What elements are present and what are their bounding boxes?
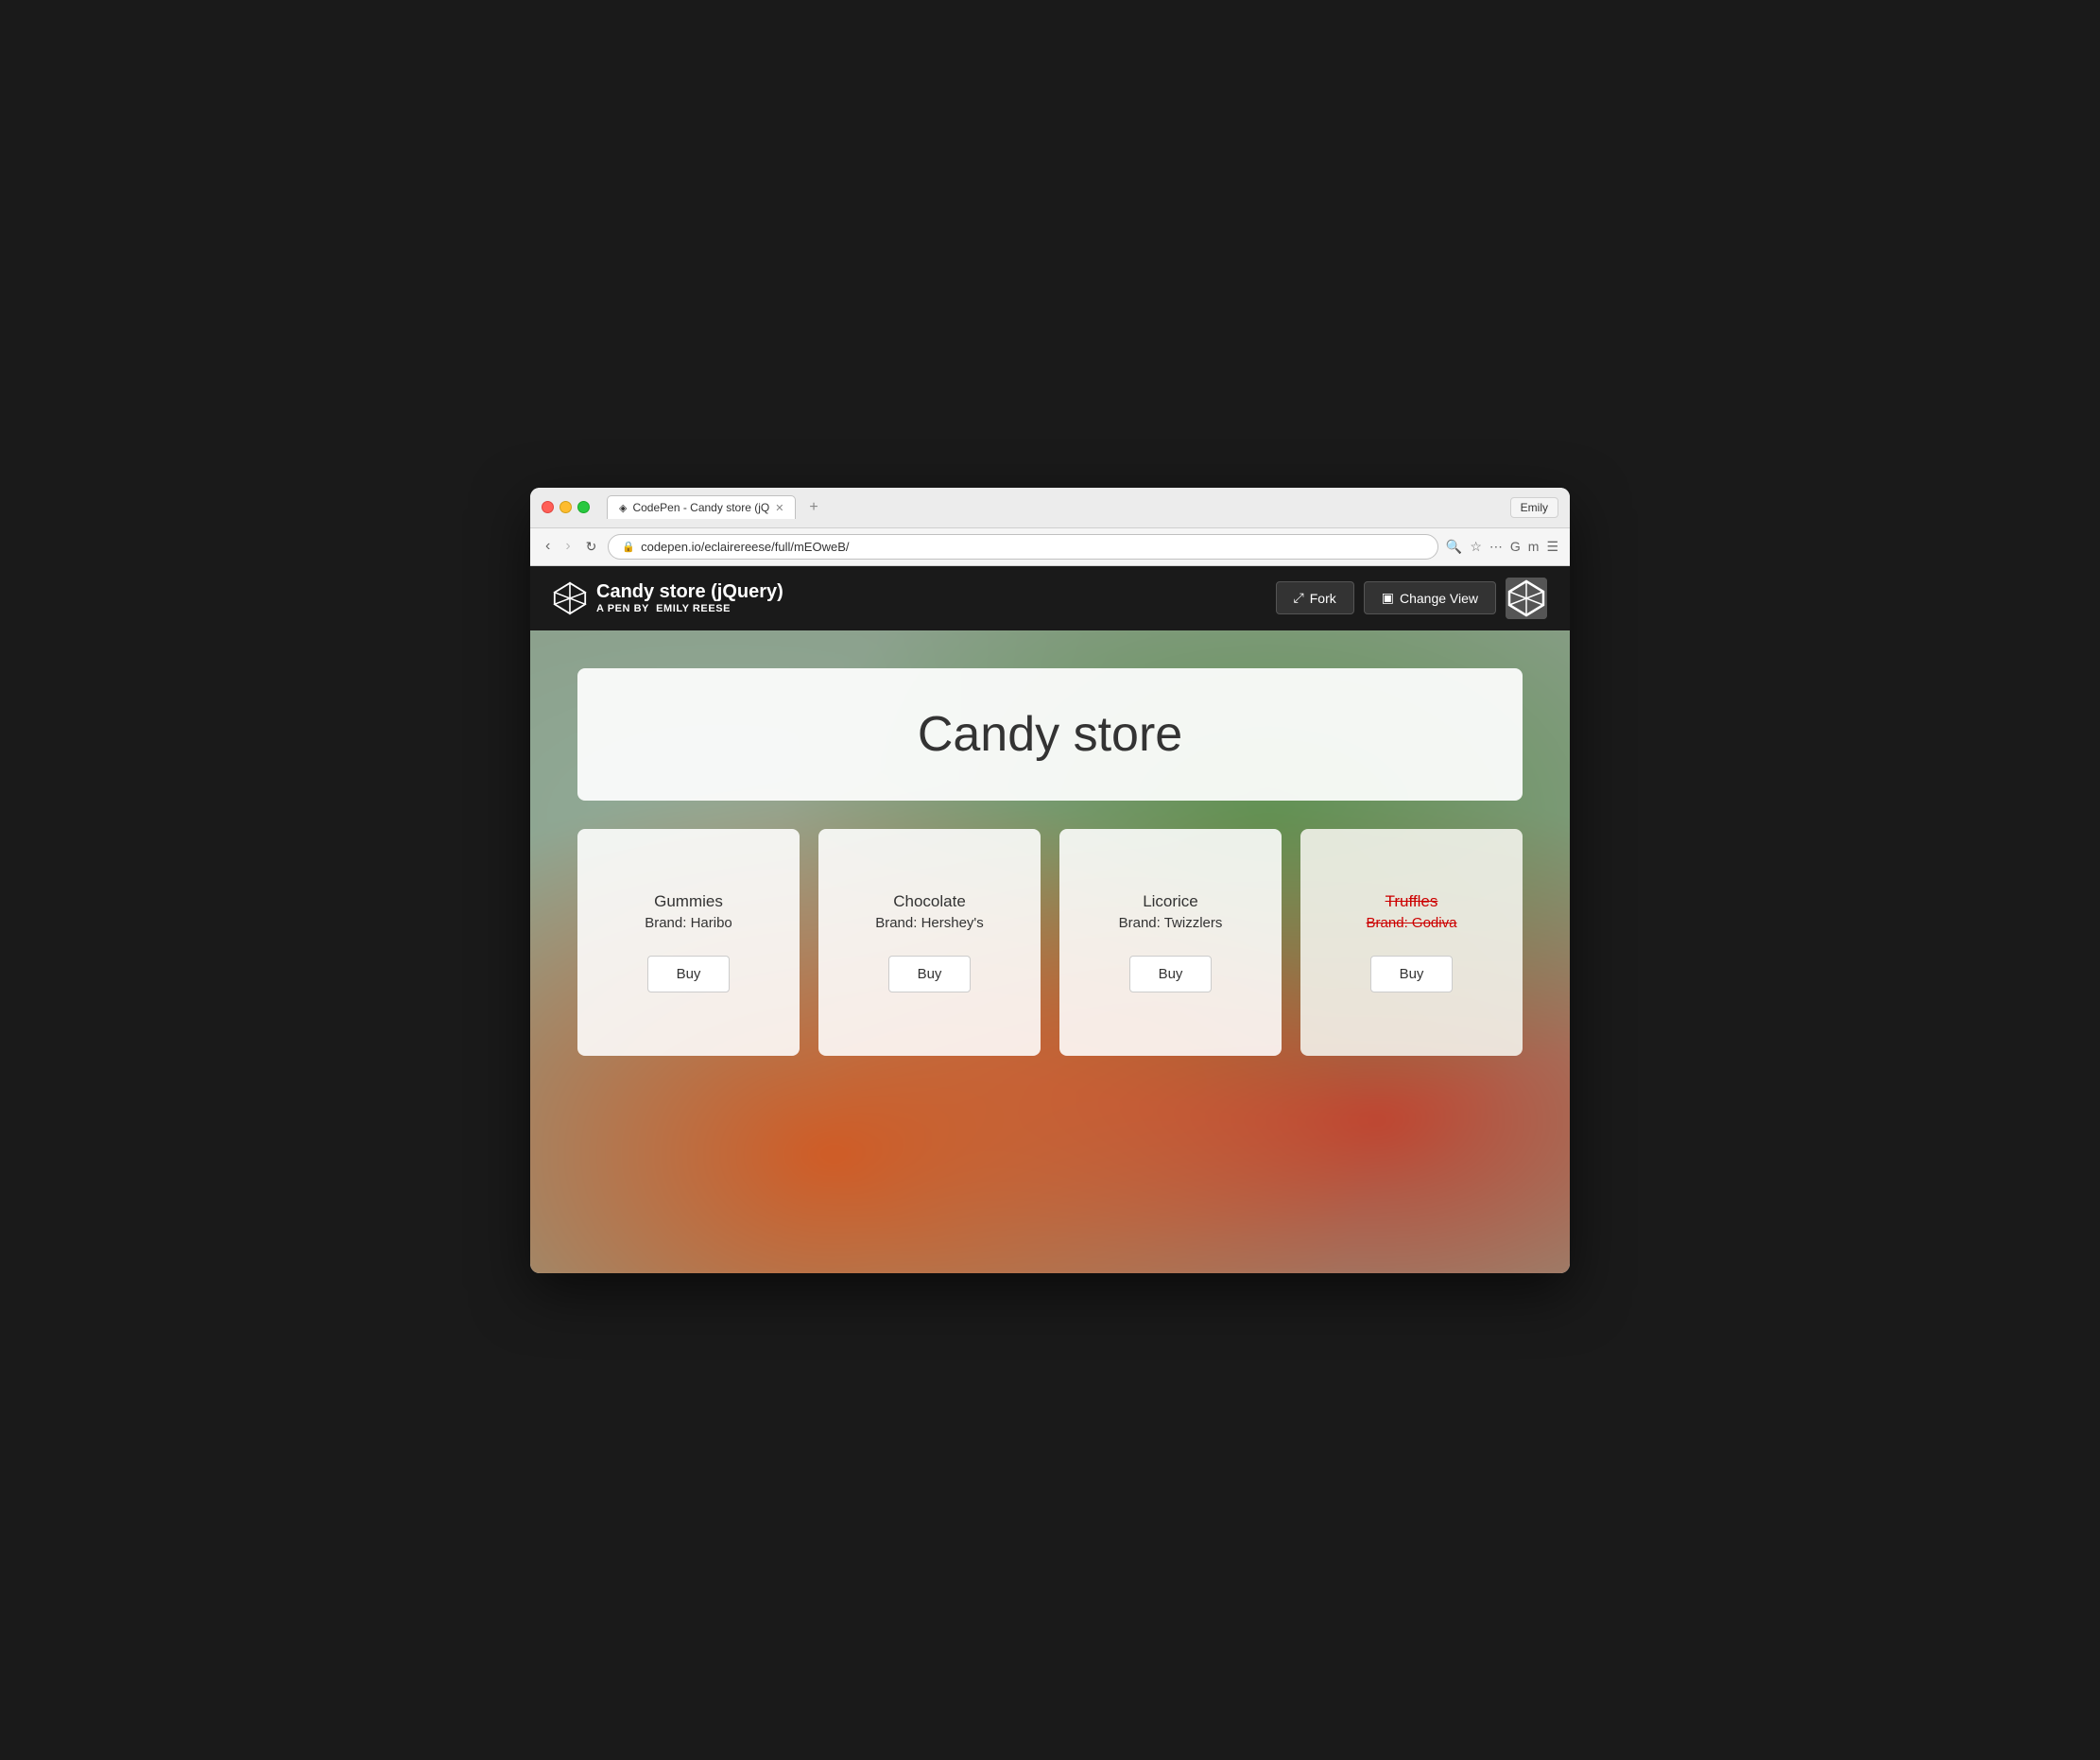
toolbar-right: ⤢ Fork ▣ Change View [1276,578,1547,619]
forward-button[interactable]: › [561,536,574,557]
content-area: Candy store GummiesBrand: HariboBuyChoco… [530,630,1570,1273]
product-name: Truffles [1367,892,1457,911]
new-tab-button[interactable]: + [801,495,825,520]
back-button[interactable]: ‹ [542,536,554,557]
translate-icon[interactable]: G [1510,539,1521,554]
product-card: Gummies Brand: Haribo Buy [577,829,800,1056]
product-info: Chocolate Brand: Hershey's [875,892,984,931]
lock-icon: 🔒 [622,541,635,553]
pen-author: A PEN BY Emily Reese [596,603,783,614]
avatar-image [1506,578,1547,619]
product-info: Gummies Brand: Haribo [645,892,732,931]
title-bar: ◈ CodePen - Candy store (jQ ✕ + Emily [530,488,1570,528]
product-brand: Brand: Haribo [645,915,732,931]
content-inner: Candy store GummiesBrand: HariboBuyChoco… [530,630,1570,1094]
buy-button[interactable]: Buy [1370,956,1454,992]
product-brand: Brand: Hershey's [875,915,984,931]
user-label: Emily [1510,497,1558,518]
profile-icon[interactable]: m [1528,539,1540,554]
store-header: Candy store [577,668,1523,801]
product-name: Chocolate [875,892,984,911]
minimize-button[interactable] [559,501,572,513]
avatar[interactable] [1506,578,1547,619]
product-brand: Brand: Twizzlers [1119,915,1223,931]
maximize-button[interactable] [577,501,590,513]
product-info: Licorice Brand: Twizzlers [1119,892,1223,931]
product-name: Gummies [645,892,732,911]
browser-tab[interactable]: ◈ CodePen - Candy store (jQ ✕ [607,495,796,519]
product-brand: Brand: Godiva [1367,915,1457,931]
address-actions: 🔍 ☆ ⋯ G m ☰ [1446,539,1558,555]
change-view-button[interactable]: ▣ Change View [1364,581,1496,614]
fork-icon: ⤢ [1294,590,1304,606]
store-title: Candy store [615,706,1485,763]
pen-meta: Candy store (jQuery) A PEN BY Emily Rees… [596,581,783,614]
codepen-logo: Candy store (jQuery) A PEN BY Emily Rees… [553,581,783,615]
tab-bar: ◈ CodePen - Candy store (jQ ✕ + [607,495,1503,520]
traffic-lights [542,501,590,513]
product-info: Truffles Brand: Godiva [1367,892,1457,931]
product-card: Chocolate Brand: Hershey's Buy [818,829,1041,1056]
buy-button[interactable]: Buy [888,956,972,992]
tab-title: CodePen - Candy store (jQ [632,501,769,514]
product-card: Licorice Brand: Twizzlers Buy [1059,829,1282,1056]
fork-button[interactable]: ⤢ Fork [1276,581,1354,614]
url-text: codepen.io/eclairereese/full/mEOweB/ [641,540,849,554]
buy-button[interactable]: Buy [647,956,731,992]
tab-close-button[interactable]: ✕ [775,502,783,514]
menu-dots-icon[interactable]: ⋯ [1489,539,1503,555]
change-view-icon: ▣ [1382,590,1394,606]
buy-button[interactable]: Buy [1129,956,1213,992]
reload-button[interactable]: ↻ [582,537,601,557]
close-button[interactable] [542,501,554,513]
tab-favicon: ◈ [619,502,627,514]
browser-window: ◈ CodePen - Candy store (jQ ✕ + Emily ‹ … [530,488,1570,1273]
product-card: Truffles Brand: Godiva Buy [1300,829,1523,1056]
hamburger-icon[interactable]: ☰ [1546,539,1558,555]
pen-title: Candy store (jQuery) [596,581,783,603]
address-bar: ‹ › ↻ 🔒 codepen.io/eclairereese/full/mEO… [530,528,1570,566]
search-icon[interactable]: 🔍 [1446,539,1462,555]
products-grid: Gummies Brand: Haribo Buy Chocolate Brand: H… [577,829,1523,1056]
codepen-toolbar: Candy store (jQuery) A PEN BY Emily Rees… [530,566,1570,630]
url-bar[interactable]: 🔒 codepen.io/eclairereese/full/mEOweB/ [608,534,1437,560]
bookmark-icon[interactable]: ☆ [1470,539,1482,555]
codepen-logo-icon [553,581,587,615]
product-name: Licorice [1119,892,1223,911]
